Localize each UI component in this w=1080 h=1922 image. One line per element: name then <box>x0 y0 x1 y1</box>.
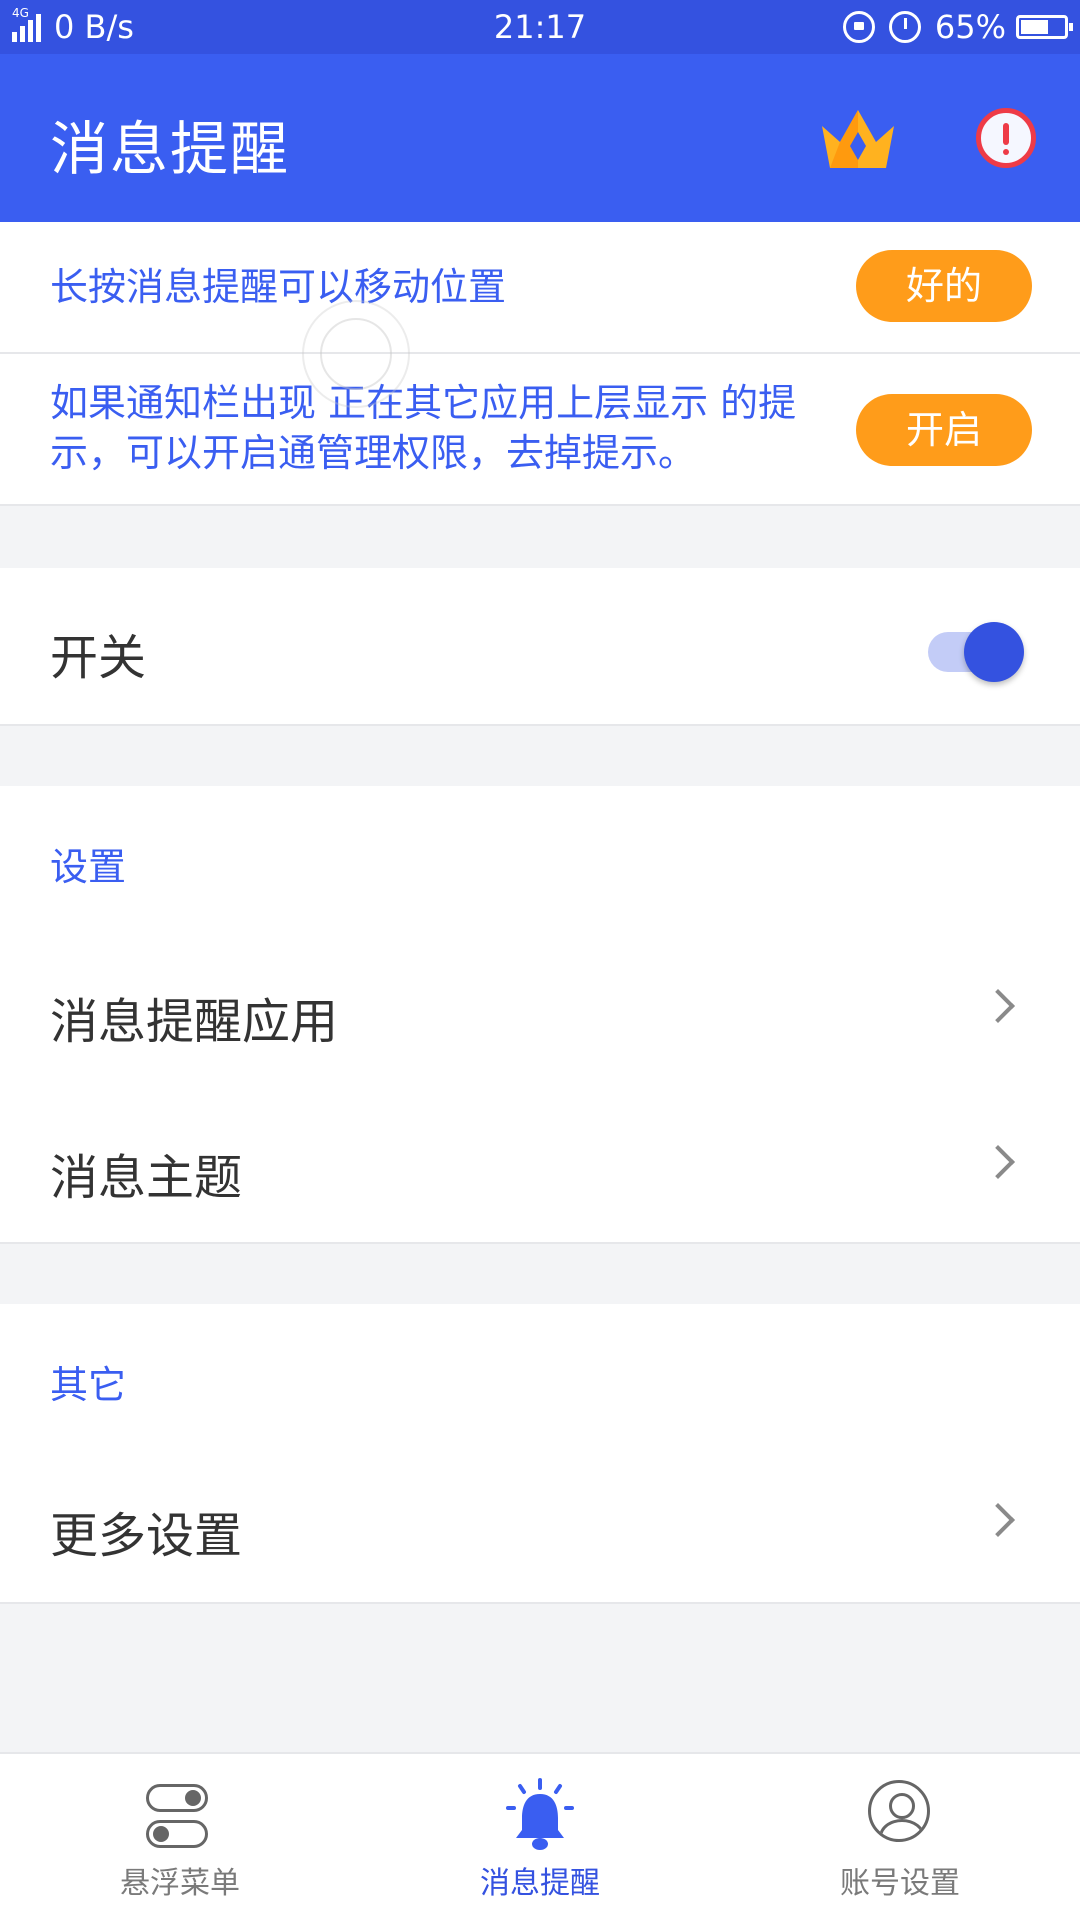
crown-icon[interactable] <box>818 106 898 170</box>
nav-label: 消息提醒 <box>480 1866 600 1901</box>
list-item-label: 更多设置 <box>50 1508 243 1564</box>
toggle-knob <box>964 622 1024 682</box>
list-item-notification-apps[interactable]: 消息提醒应用 <box>0 932 1080 1088</box>
nav-account-settings[interactable]: 账号设置 <box>720 1754 1080 1922</box>
list-item-more-settings[interactable]: 更多设置 <box>0 1446 1080 1602</box>
settings-section: 设置 消息提醒应用 消息主题 <box>0 786 1080 1244</box>
battery-percent: 65% <box>934 8 1006 46</box>
list-item-label: 消息主题 <box>50 1150 243 1206</box>
other-section: 其它 更多设置 <box>0 1304 1080 1604</box>
chevron-right-icon <box>981 1145 1015 1179</box>
list-item-message-theme[interactable]: 消息主题 <box>0 1088 1080 1244</box>
ok-button[interactable]: 好的 <box>856 250 1032 322</box>
section-title-settings: 设置 <box>50 845 127 889</box>
tip-permission: 如果通知栏出现 正在其它应用上层显示 的提示，可以开启通管理权限，去掉提示。 开… <box>0 354 1080 506</box>
page-title: 消息提醒 <box>50 115 291 183</box>
nav-floating-menu[interactable]: 悬浮菜单 <box>0 1754 360 1922</box>
bell-icon <box>506 1778 574 1850</box>
chevron-right-icon <box>981 1503 1015 1537</box>
touch-indicator <box>302 300 410 408</box>
list-item-label: 消息提醒应用 <box>50 994 339 1050</box>
tip-text: 长按消息提醒可以移动位置 <box>50 265 507 309</box>
alert-icon[interactable] <box>976 108 1036 168</box>
alarm-icon <box>888 11 921 43</box>
nav-notifications[interactable]: 消息提醒 <box>360 1754 720 1922</box>
user-icon <box>868 1780 930 1842</box>
bottom-nav: 悬浮菜单 消息提醒 账号设置 <box>0 1752 1080 1922</box>
nav-label: 账号设置 <box>840 1866 960 1901</box>
section-title-other: 其它 <box>50 1363 127 1407</box>
switch-label: 开关 <box>50 630 147 686</box>
system-status: 65% <box>842 8 1073 46</box>
chevron-right-icon <box>981 989 1015 1023</box>
battery-fill <box>1021 20 1048 34</box>
tip-text: 如果通知栏出现 正在其它应用上层显示 的提示，可以开启通管理权限，去掉提示。 <box>50 381 797 475</box>
toggle-switch[interactable] <box>928 614 1024 682</box>
nav-label: 悬浮菜单 <box>120 1866 240 1901</box>
tip-move-position: 长按消息提醒可以移动位置 好的 <box>0 222 1080 354</box>
app-bar: 消息提醒 <box>0 54 1080 222</box>
rotation-lock-icon <box>842 11 875 43</box>
battery-icon <box>1016 15 1073 39</box>
enable-button[interactable]: 开启 <box>856 394 1032 466</box>
status-bar: 4G 0 B/s 21:17 65% <box>0 0 1080 54</box>
switch-row: 开关 <box>0 568 1080 726</box>
toggle-menu-icon <box>146 1784 212 1850</box>
